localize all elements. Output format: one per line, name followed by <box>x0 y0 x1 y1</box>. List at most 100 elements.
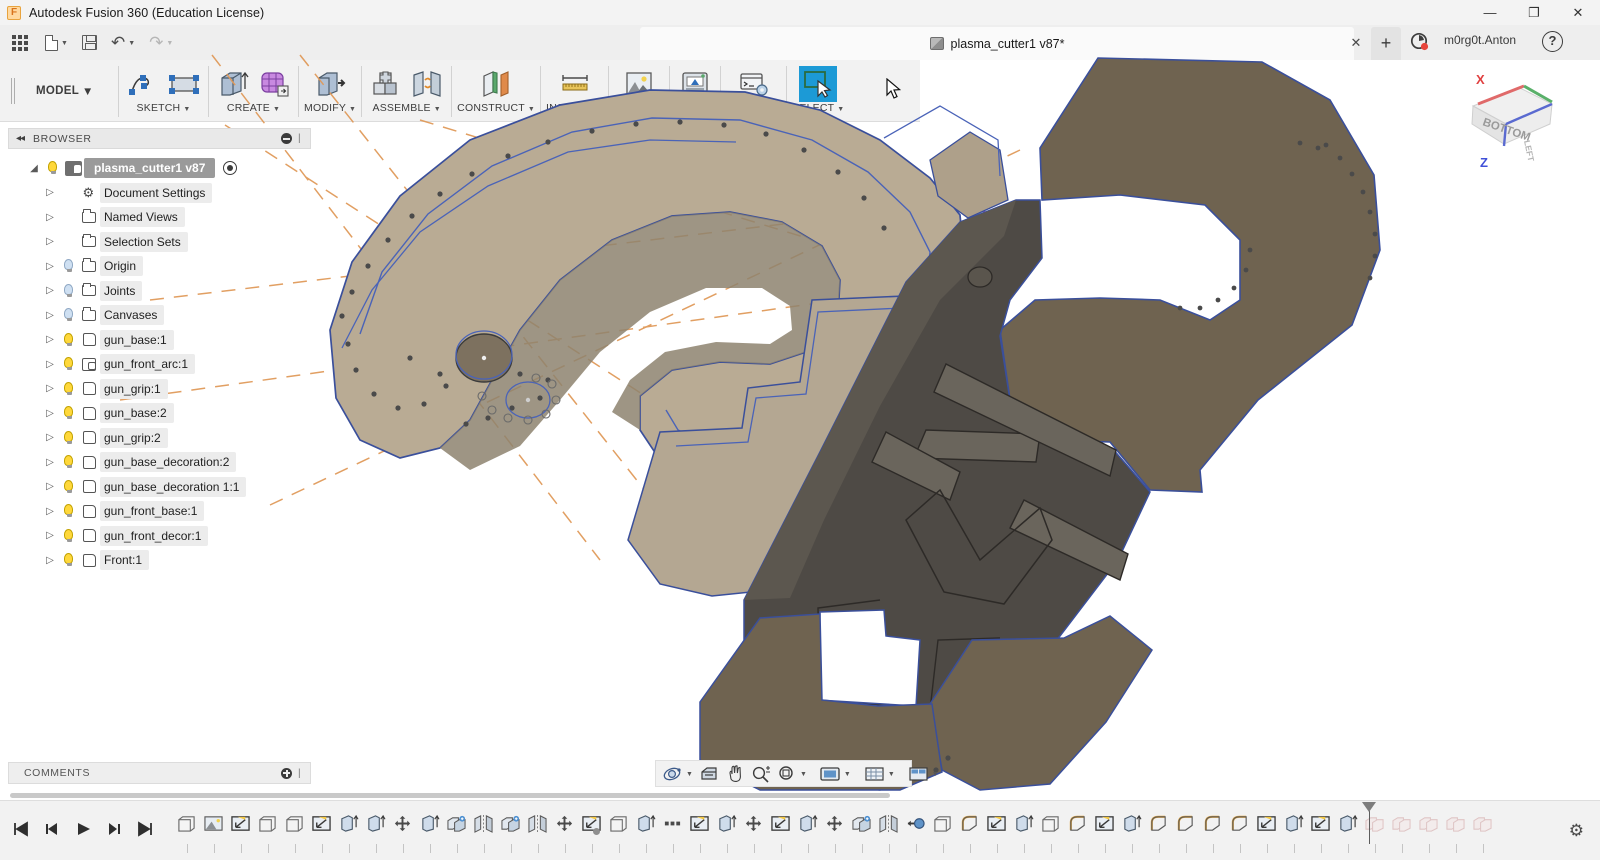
timeline-feature-revolve-up[interactable] <box>1010 814 1037 848</box>
viewports-icon[interactable]: ▼ <box>904 761 942 786</box>
job-status-icon[interactable] <box>1410 32 1430 52</box>
browser-resize-grip[interactable]: | <box>298 133 307 144</box>
expand-arrow-icon[interactable]: ▷ <box>42 555 58 566</box>
expand-arrow-icon[interactable]: ▷ <box>42 285 58 296</box>
select-tool-icon[interactable] <box>799 66 837 102</box>
browser-item-selection-sets[interactable]: ▷Selection Sets <box>8 230 328 255</box>
visibility-toggle[interactable] <box>58 406 78 420</box>
form-mesh-icon[interactable] <box>255 66 293 102</box>
view-cube[interactable]: BOTTOM LEFT X Z <box>1448 62 1568 172</box>
ribbon-group-sketch-label[interactable]: SKETCH ▼ <box>137 102 191 114</box>
expand-arrow-icon[interactable]: ▷ <box>42 310 58 321</box>
timeline-feature-combine[interactable] <box>497 814 524 848</box>
expand-arrow-icon[interactable]: ▷ <box>42 432 58 443</box>
timeline-feature-pattern[interactable] <box>659 814 686 848</box>
redo-button[interactable]: ↷ ▼ <box>142 25 180 60</box>
expand-arrow-icon[interactable]: ▷ <box>42 212 58 223</box>
document-tab[interactable]: plasma_cutter1 v87* <box>640 27 1354 60</box>
timeline-feature-fillet[interactable] <box>1199 814 1226 848</box>
visibility-toggle[interactable] <box>58 480 78 494</box>
timeline-feature-mirror[interactable] <box>524 814 551 848</box>
visibility-toggle[interactable] <box>58 357 78 371</box>
minimize-button[interactable]: — <box>1468 0 1512 25</box>
timeline-go-start-button[interactable] <box>12 821 31 841</box>
collapse-browser-icon[interactable]: ◂◂ <box>16 133 24 144</box>
ribbon-group-assemble-label[interactable]: ASSEMBLE ▼ <box>372 102 440 114</box>
timeline-feature-revolve-up[interactable] <box>1118 814 1145 848</box>
timeline-feature-mirror[interactable] <box>470 814 497 848</box>
joint-icon[interactable] <box>408 66 446 102</box>
grid-snap-icon[interactable]: ▼ <box>860 761 898 786</box>
timeline-feature-sketch[interactable] <box>1388 814 1415 848</box>
timeline-feature-track[interactable] <box>173 808 1559 854</box>
timeline-feature-sketch[interactable] <box>605 814 632 848</box>
browser-item-canvases[interactable]: ▷Canvases <box>8 303 328 328</box>
timeline-feature-combine[interactable] <box>1469 814 1496 848</box>
timeline-feature-move[interactable] <box>740 814 767 848</box>
visibility-toggle[interactable] <box>58 259 78 273</box>
visibility-toggle[interactable] <box>58 504 78 518</box>
timeline-feature-revolve-up[interactable] <box>632 814 659 848</box>
document-tab-close-button[interactable]: ✕ <box>1348 35 1364 51</box>
extrude-icon[interactable] <box>214 66 252 102</box>
timeline-feature-combine[interactable] <box>443 814 470 848</box>
timeline-feature-fillet[interactable] <box>1145 814 1172 848</box>
timeline-feature-extrude[interactable] <box>983 814 1010 848</box>
timeline-feature-joint[interactable] <box>902 814 929 848</box>
timeline-marker[interactable] <box>1369 802 1370 844</box>
timeline-feature-sketch[interactable] <box>173 814 200 848</box>
timeline-feature-extrude[interactable] <box>1253 814 1280 848</box>
expand-arrow-icon[interactable]: ▷ <box>42 383 58 394</box>
fit-icon[interactable]: ▼ <box>774 761 810 786</box>
timeline-feature-sketch[interactable] <box>1037 814 1064 848</box>
new-component-icon[interactable] <box>367 66 405 102</box>
ribbon-group-construct-label[interactable]: CONSTRUCT ▼ <box>457 102 535 114</box>
look-at-icon[interactable] <box>696 761 722 786</box>
3d-print-icon[interactable] <box>676 66 714 102</box>
expand-arrow-icon[interactable]: ▷ <box>42 359 58 370</box>
ribbon-group-inspect-label[interactable]: INSPECT ▼ <box>546 102 603 114</box>
browser-item-gun-front-arc-1[interactable]: ▷gun_front_arc:1 <box>8 352 328 377</box>
visibility-toggle[interactable] <box>58 382 78 396</box>
comments-panel-header[interactable]: COMMENTS | <box>8 762 311 784</box>
timeline-feature-move[interactable] <box>821 814 848 848</box>
timeline-feature-extrude[interactable] <box>767 814 794 848</box>
construction-plane-icon[interactable] <box>477 66 515 102</box>
browser-item-named-views[interactable]: ▷Named Views <box>8 205 328 230</box>
activate-component-icon[interactable] <box>223 161 237 175</box>
undo-button[interactable]: ↶ ▼ <box>104 25 142 60</box>
expand-arrow-icon[interactable]: ▷ <box>42 187 58 198</box>
expand-arrow-icon[interactable]: ▷ <box>42 481 58 492</box>
timeline-feature-extrude[interactable] <box>1415 814 1442 848</box>
timeline-feature-extrude[interactable] <box>308 814 335 848</box>
browser-item-document-settings[interactable]: ▷⚙Document Settings <box>8 181 328 206</box>
new-tab-button[interactable]: + <box>1371 27 1401 60</box>
timeline-go-end-button[interactable] <box>136 821 155 841</box>
timeline-feature-move[interactable] <box>551 814 578 848</box>
expand-arrow-icon[interactable]: ▷ <box>42 408 58 419</box>
browser-item-origin[interactable]: ▷Origin <box>8 254 328 279</box>
browser-item-gun-front-base-1[interactable]: ▷gun_front_base:1 <box>8 499 328 524</box>
timeline-feature-extrude[interactable] <box>1091 814 1118 848</box>
scripts-addins-icon[interactable] <box>735 66 773 102</box>
measure-icon[interactable] <box>556 66 594 102</box>
insert-image-icon[interactable] <box>620 66 658 102</box>
display-settings-icon[interactable]: ▼ <box>816 761 854 786</box>
browser-root-node[interactable]: ◢plasma_cutter1 v87 <box>8 156 328 181</box>
expand-arrow-icon[interactable]: ◢ <box>26 163 42 174</box>
timeline-feature-fillet[interactable] <box>1172 814 1199 848</box>
timeline-feature-revolve-up[interactable] <box>1334 814 1361 848</box>
browser-item-gun-grip-2[interactable]: ▷gun_grip:2 <box>8 426 328 451</box>
app-grid-button[interactable] <box>0 25 38 60</box>
timeline-feature-fillet[interactable] <box>956 814 983 848</box>
ribbon-group-create-label[interactable]: CREATE ▼ <box>227 102 280 114</box>
browser-item-joints[interactable]: ▷Joints <box>8 279 328 304</box>
timeline-feature-sketch[interactable] <box>281 814 308 848</box>
timeline-feature-move[interactable] <box>1361 814 1388 848</box>
visibility-toggle[interactable] <box>58 529 78 543</box>
timeline-feature-revolve-up[interactable] <box>335 814 362 848</box>
timeline-feature-mirror[interactable] <box>875 814 902 848</box>
timeline-step-back-button[interactable] <box>43 821 62 841</box>
browser-minus-icon[interactable] <box>281 133 292 144</box>
timeline-feature-sketch[interactable] <box>254 814 281 848</box>
